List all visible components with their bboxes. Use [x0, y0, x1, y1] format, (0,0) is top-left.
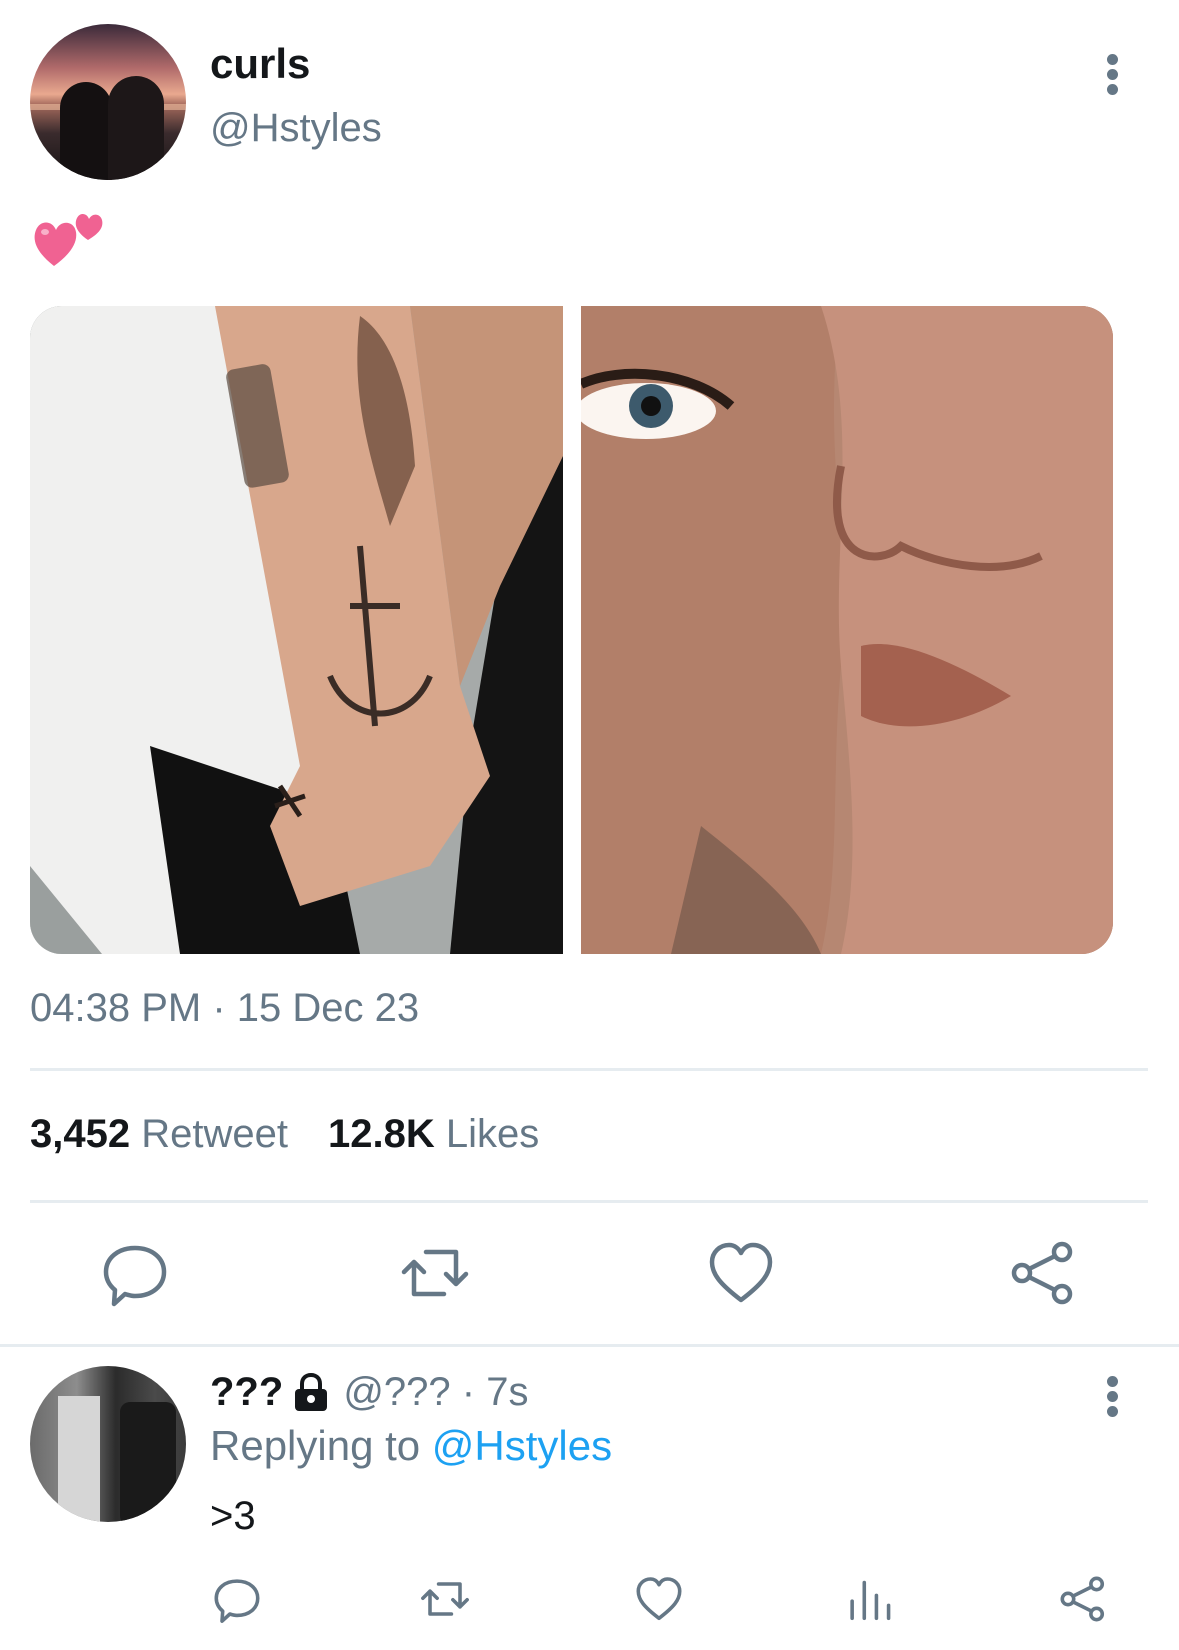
two-hearts-emoji	[30, 200, 110, 270]
retweet-icon[interactable]	[420, 1574, 470, 1624]
divider	[30, 1200, 1148, 1203]
author-avatar[interactable]	[30, 24, 186, 180]
replying-to: Replying to @Hstyles	[210, 1422, 612, 1470]
analytics-icon[interactable]	[845, 1574, 895, 1624]
likes-count[interactable]: 12.8K	[328, 1112, 435, 1157]
avatar-person-right	[108, 76, 164, 180]
tweet-stats: 3,452 Retweet 12.8K Likes	[30, 1112, 539, 1157]
like-icon[interactable]	[706, 1238, 776, 1308]
tweet-image-right[interactable]	[581, 306, 1113, 954]
likes-label[interactable]: Likes	[446, 1112, 539, 1157]
more-options-icon[interactable]	[1100, 52, 1126, 96]
replying-prefix: Replying to	[210, 1422, 421, 1469]
reply-author-avatar[interactable]	[30, 1366, 186, 1522]
retweet-count[interactable]: 3,452	[30, 1112, 130, 1157]
retweet-label[interactable]: Retweet	[141, 1112, 288, 1157]
lock-icon	[291, 1372, 331, 1413]
avatar-coat	[58, 1396, 100, 1522]
reply-more-options-icon[interactable]	[1100, 1374, 1126, 1418]
reply-header: ??? @??? · 7s	[210, 1370, 528, 1415]
reply-icon[interactable]	[212, 1574, 262, 1624]
share-icon[interactable]	[1058, 1574, 1108, 1624]
tweet-image-left[interactable]	[30, 306, 563, 954]
like-icon[interactable]	[634, 1574, 684, 1624]
tweet-timestamp: 04:38 PM · 15 Dec 23	[30, 986, 420, 1030]
reply-display-name[interactable]: ???	[210, 1370, 283, 1415]
replying-mention-link[interactable]: @Hstyles	[432, 1422, 612, 1469]
reply-handle-time: @??? · 7s	[343, 1370, 529, 1414]
divider	[30, 1068, 1148, 1071]
section-divider	[0, 1344, 1179, 1347]
retweet-icon[interactable]	[400, 1238, 470, 1308]
share-icon[interactable]	[1008, 1238, 1078, 1308]
author-handle[interactable]: @Hstyles	[210, 106, 382, 151]
author-display-name[interactable]: curls	[210, 40, 310, 88]
reply-text: >3	[210, 1494, 256, 1538]
reply-icon[interactable]	[100, 1238, 170, 1308]
avatar-coat-dark	[120, 1402, 176, 1522]
avatar-person-left	[60, 82, 112, 180]
